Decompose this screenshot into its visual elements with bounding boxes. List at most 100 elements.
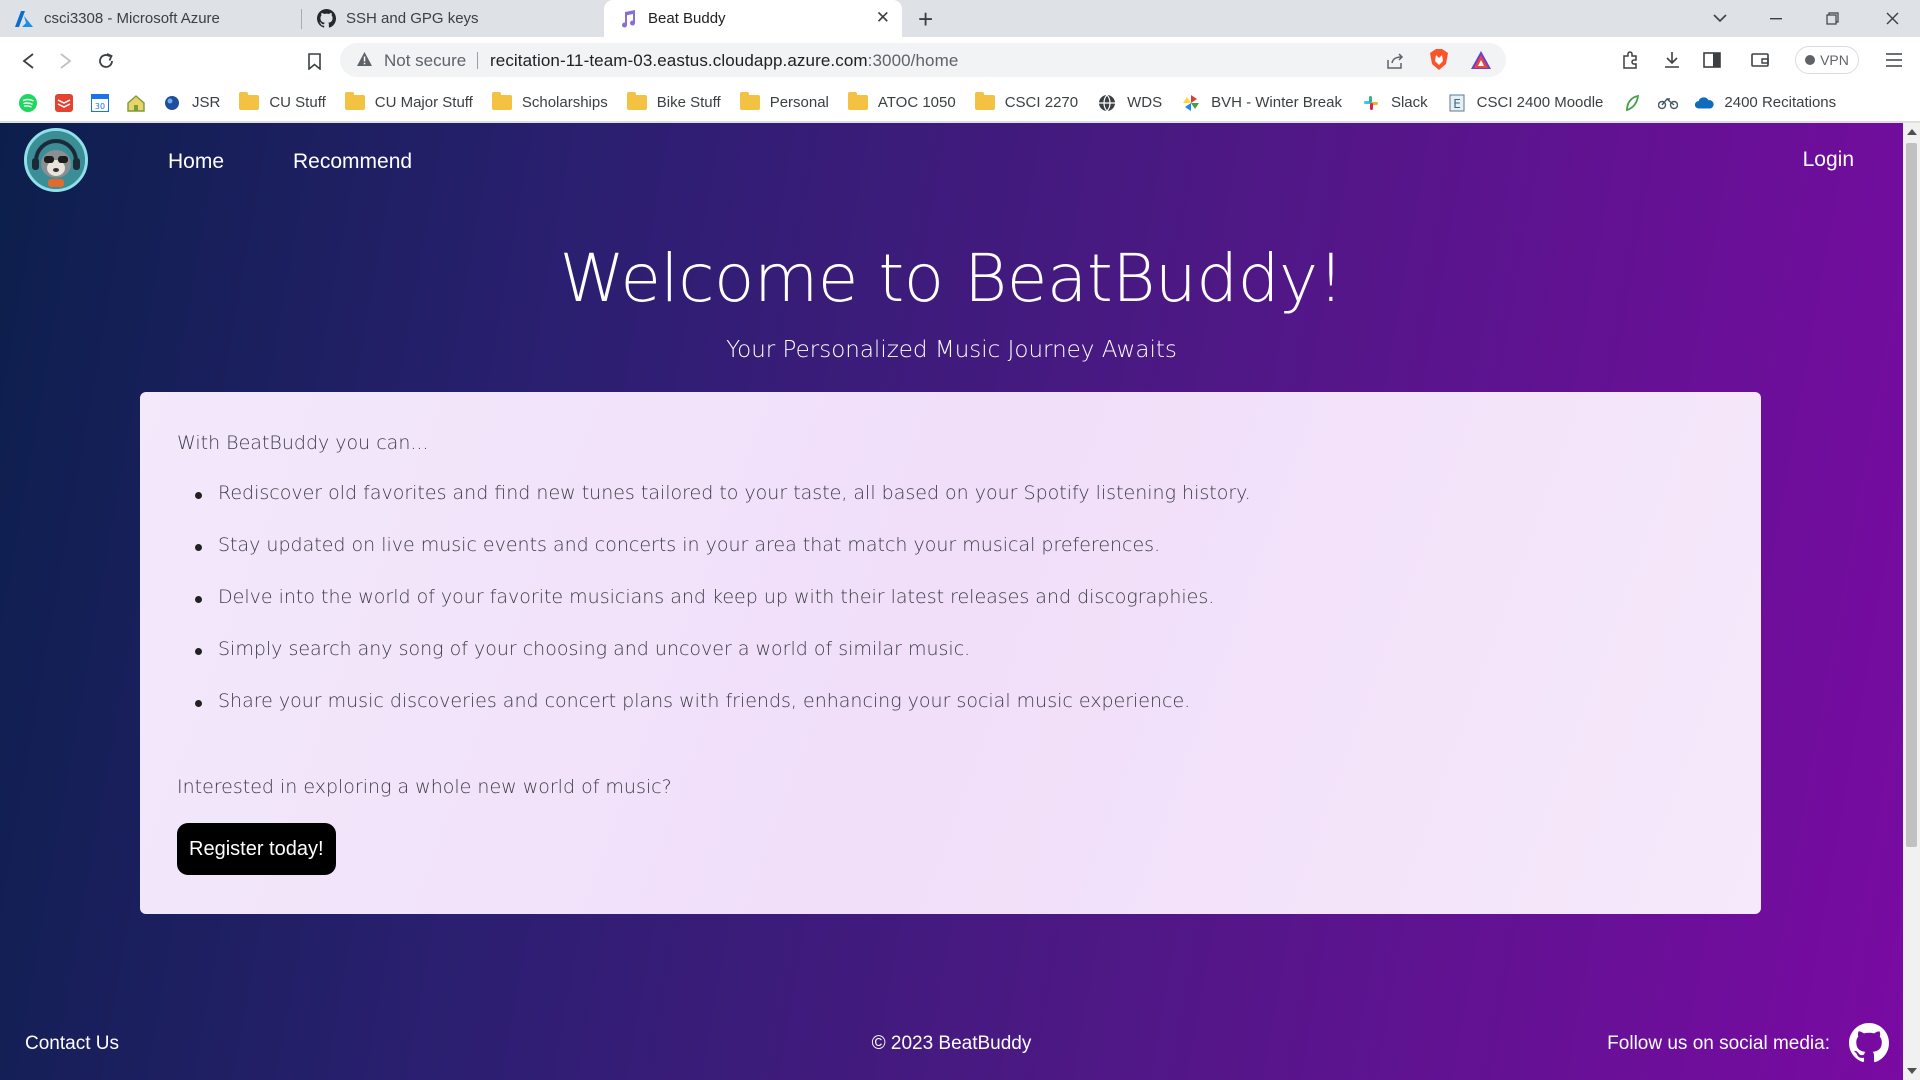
scroll-down-arrow[interactable] <box>1907 1068 1917 1074</box>
beatbuddy-logo[interactable] <box>24 128 88 192</box>
download-icon[interactable] <box>1658 46 1686 74</box>
github-icon <box>316 9 336 29</box>
svg-text:30: 30 <box>95 102 105 111</box>
features-card: With BeatBuddy you can... Rediscover old… <box>140 392 1761 914</box>
tab-title: csci3308 - Microsoft Azure <box>44 10 220 27</box>
svg-text:E: E <box>1453 97 1461 111</box>
moodle-icon: E <box>1447 93 1467 113</box>
new-tab-button[interactable]: + <box>918 4 933 35</box>
bookmark-folder-csci-2270[interactable]: CSCI 2270 <box>974 92 1079 113</box>
features-list: Rediscover old favorites and find new tu… <box>180 482 1251 742</box>
bookmark-label: Personal <box>769 94 829 111</box>
url-text[interactable]: recitation-11-team-03.eastus.cloudapp.az… <box>490 51 958 71</box>
tab-beat-buddy[interactable]: Beat Buddy ✕ <box>604 0 902 37</box>
browser-tab-strip: csci3308 - Microsoft Azure SSH and GPG k… <box>0 0 1920 37</box>
register-button[interactable]: Register today! <box>177 823 336 875</box>
feature-item: Stay updated on live music events and co… <box>180 534 1251 586</box>
folder-icon <box>239 92 260 113</box>
slack-icon <box>1361 93 1381 113</box>
github-icon[interactable] <box>1849 1023 1890 1063</box>
reload-button[interactable] <box>90 45 122 77</box>
restore-button[interactable] <box>1804 0 1860 37</box>
spotify-icon <box>18 93 38 113</box>
bike-icon <box>1658 93 1679 113</box>
browser-toolbar: Not secure recitation-11-team-03.eastus.… <box>0 37 1920 84</box>
bookmark-wds[interactable]: WDS <box>1097 93 1162 113</box>
page-viewport: Home Recommend Login Welcome to BeatBudd… <box>0 123 1920 1080</box>
bookmark-spotify[interactable] <box>18 93 38 113</box>
scrollbar-thumb[interactable] <box>1906 143 1917 847</box>
wallet-icon[interactable] <box>1746 46 1774 74</box>
sidebar-icon[interactable] <box>1698 46 1726 74</box>
bookmark-label: WDS <box>1127 94 1163 111</box>
feature-item: Delve into the world of your favorite mu… <box>180 586 1251 638</box>
bookmark-folder-bike-stuff[interactable]: Bike Stuff <box>626 92 721 113</box>
minimize-button[interactable] <box>1748 0 1804 37</box>
vpn-button[interactable]: VPN <box>1795 46 1859 74</box>
warning-icon[interactable] <box>356 51 373 72</box>
bookmark-label: Slack <box>1390 94 1428 111</box>
bookmark-folder-cu-stuff[interactable]: CU Stuff <box>239 92 326 113</box>
features-intro: With BeatBuddy you can... <box>177 432 429 454</box>
menu-icon[interactable] <box>1880 46 1908 74</box>
tab-title: SSH and GPG keys <box>346 10 479 27</box>
music-note-icon <box>618 9 638 29</box>
bookmark-label: CU Major Stuff <box>374 94 473 111</box>
bookmark-label: CU Stuff <box>269 94 326 111</box>
back-button[interactable] <box>12 45 44 77</box>
bookmark-2400-recitations[interactable]: 2400 Recitations <box>1694 93 1836 113</box>
feature-item: Rediscover old favorites and find new tu… <box>180 482 1251 534</box>
bookmark-label: Bike Stuff <box>656 94 721 111</box>
bookmark-house[interactable] <box>126 93 146 113</box>
tab-title: Beat Buddy <box>648 10 726 27</box>
bookmark-todoist[interactable] <box>54 93 74 113</box>
globe-icon <box>162 93 182 113</box>
bookmark-csci-2400-moodle[interactable]: E CSCI 2400 Moodle <box>1447 93 1604 113</box>
vpn-status-icon <box>1805 55 1816 65</box>
azure-icon <box>14 9 34 29</box>
bookmarks-bar: 30 JSR CU Stuff CU Major Stuff Scholarsh… <box>0 84 1920 122</box>
extensions-icon[interactable] <box>1616 46 1644 74</box>
bookmark-label: JSR <box>192 94 221 111</box>
bookmark-leaf[interactable] <box>1622 93 1642 113</box>
tab-github[interactable]: SSH and GPG keys <box>302 0 604 37</box>
brave-rewards-icon[interactable] <box>1467 46 1495 74</box>
bookmark-folder-cu-major-stuff[interactable]: CU Major Stuff <box>344 92 473 113</box>
tab-azure[interactable]: csci3308 - Microsoft Azure <box>0 0 302 37</box>
folder-icon <box>974 92 995 113</box>
url-path: :3000/home <box>867 51 959 70</box>
globe-icon <box>1097 93 1117 113</box>
bookmark-label: CSCI 2270 <box>1004 94 1079 111</box>
nav-home[interactable]: Home <box>168 150 224 174</box>
page-scrollbar[interactable] <box>1903 123 1920 1080</box>
pinwheel-icon <box>1181 93 1201 113</box>
nav-recommend[interactable]: Recommend <box>293 150 412 174</box>
bookmark-folder-scholarships[interactable]: Scholarships <box>491 92 608 113</box>
bookmark-label: 2400 Recitations <box>1724 94 1837 111</box>
bookmark-bvh-winter-break[interactable]: BVH - Winter Break <box>1181 93 1342 113</box>
bookmark-label: CSCI 2400 Moodle <box>1476 94 1604 111</box>
tab-search-icon[interactable] <box>1692 0 1748 37</box>
security-status[interactable]: Not secure <box>384 51 466 71</box>
bookmark-icon[interactable] <box>298 45 330 77</box>
brave-shields-icon[interactable] <box>1425 46 1453 74</box>
todoist-icon <box>54 93 74 113</box>
close-tab-icon[interactable]: ✕ <box>876 8 890 28</box>
bookmark-calendar[interactable]: 30 <box>90 93 110 113</box>
nav-login[interactable]: Login <box>1803 148 1854 172</box>
feature-item: Simply search any song of your choosing … <box>180 638 1251 690</box>
follow-us-label: Follow us on social media: <box>1607 1033 1830 1054</box>
bookmark-folder-personal[interactable]: Personal <box>739 92 829 113</box>
bookmark-bike[interactable] <box>1658 93 1679 113</box>
hero-title: Welcome to BeatBuddy! <box>559 240 1344 317</box>
bookmark-jsr[interactable]: JSR <box>162 93 220 113</box>
onedrive-icon <box>1694 93 1715 113</box>
bookmark-slack[interactable]: Slack <box>1361 93 1428 113</box>
bookmark-folder-atoc-1050[interactable]: ATOC 1050 <box>847 92 956 113</box>
address-bar[interactable]: Not secure recitation-11-team-03.eastus.… <box>340 43 1506 77</box>
bookmark-label: Scholarships <box>521 94 608 111</box>
share-icon[interactable] <box>1382 46 1410 74</box>
scroll-up-arrow[interactable] <box>1907 129 1917 135</box>
close-window-button[interactable] <box>1864 0 1920 37</box>
forward-button[interactable] <box>50 45 82 77</box>
